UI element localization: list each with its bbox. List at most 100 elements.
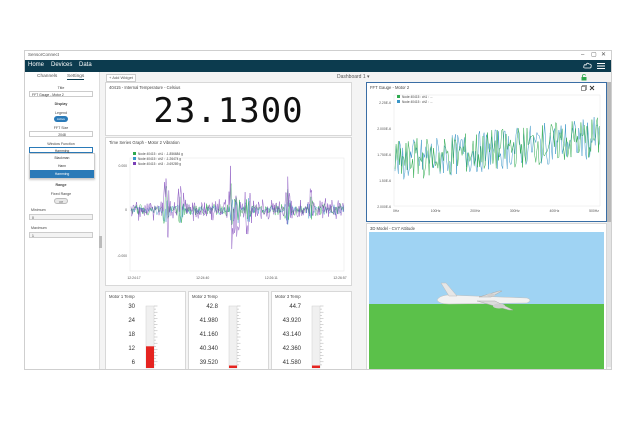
display-heading: Display xyxy=(54,102,68,106)
x-tick-label: 400Hz xyxy=(549,209,559,213)
thermometer-gauge: 42.8 41.980 41.160 40.340 39.520 xyxy=(200,304,241,369)
legend-swatch xyxy=(133,162,136,165)
thermometer-gauge: 30 24 18 12 6 xyxy=(128,304,158,369)
y-tick-label: 2.000E-6 xyxy=(377,127,391,131)
legend-entry: Node 40415 : ch1 : -1.856684 g xyxy=(138,152,183,156)
y-tick-label: 0.000 xyxy=(119,164,128,168)
temperature-widget[interactable]: 40415 - Internal Temperature - Celsius 2… xyxy=(105,82,352,136)
fft-size-select[interactable]: 2048 xyxy=(29,131,93,137)
gauge-tick-label: 24 xyxy=(128,318,135,324)
gauge-tick-label: 30 xyxy=(128,304,135,310)
gauge-fill xyxy=(312,365,320,368)
fft-size-label: FFT Size xyxy=(53,126,69,130)
maximum-label: Maximum xyxy=(31,226,47,230)
x-tick-label: 500Hz xyxy=(589,209,599,213)
x-tick-label: 12:24:17 xyxy=(127,276,140,280)
window-function-dropdown: Blackman Hann Hamming xyxy=(29,153,95,179)
nav-home[interactable]: Home xyxy=(28,62,44,68)
3d-model-widget[interactable]: 3D Model - CV7 Attitude xyxy=(366,223,607,369)
gauge-track xyxy=(228,305,238,369)
nav-data[interactable]: Data xyxy=(79,62,92,68)
legend-label: Legend xyxy=(55,111,67,115)
widget-title: 40415 - Internal Temperature - Celsius xyxy=(109,85,181,90)
tab-channels[interactable]: Channels xyxy=(37,74,57,79)
title-field[interactable]: FFT Gauge - Motor 2 xyxy=(29,91,93,97)
gauge-tick-label: 39.520 xyxy=(200,360,219,366)
range-heading: Range xyxy=(55,183,67,187)
sidebar-resize-handle[interactable] xyxy=(99,236,102,248)
gauge-tick-label: 42.360 xyxy=(283,346,302,352)
x-tick-label: 100Hz xyxy=(431,209,441,213)
temperature-value: 23.1300 xyxy=(153,91,304,131)
minimum-field[interactable]: 0 xyxy=(29,214,93,220)
legend-swatch xyxy=(397,100,400,103)
dropdown-option-hann[interactable]: Hann xyxy=(30,162,94,170)
legend-entry: Node 40415 : ch2 : -1.26474 g xyxy=(138,157,181,161)
menu-icon[interactable] xyxy=(597,62,605,70)
fixed-range-label: Fixed Range xyxy=(50,192,72,196)
scrollbar-thumb[interactable] xyxy=(607,82,611,222)
legend-entry: Node 40415 : ch3 : -0.69289 g xyxy=(138,162,181,166)
y-tick-label: 1.750E-6 xyxy=(377,153,391,157)
y-tick-label: 1.50E-6 xyxy=(379,179,391,183)
legend-entry: Node 40415 : ch2 : ... xyxy=(402,100,433,104)
tab-settings[interactable]: Settings xyxy=(67,74,85,80)
gauge-widget-motor-1[interactable]: Motor 1 Temp 30 24 18 12 6 xyxy=(105,291,186,369)
window-title: SensorConnect xyxy=(28,52,60,57)
x-tick-label: 12:26:11 xyxy=(265,276,278,280)
top-nav: Home Devices Data xyxy=(25,60,611,72)
gauge-tick-label: 41.980 xyxy=(200,318,219,324)
dashboard-select[interactable]: Dashboard 1 ▾ xyxy=(337,74,370,80)
x-tick-label: 200Hz xyxy=(470,209,480,213)
gauge-fill xyxy=(146,346,154,368)
x-tick-label: 300Hz xyxy=(510,209,520,213)
gauge-widget-motor-3[interactable]: Motor 3 Temp 44.7 43.920 43.140 42.360 41.58… xyxy=(271,291,352,369)
gauge-widget-motor-2[interactable]: Motor 2 Temp 42.8 41.980 41.160 40.340 39.52… xyxy=(188,291,269,369)
y-tick-label: -0.000 xyxy=(117,254,127,258)
fft-chart: Node 40415 : ch1 : ...Node 40415 : ch2 :… xyxy=(377,94,601,213)
x-tick-label: 0Hz xyxy=(393,209,399,213)
dashboard-area: + Add Widget Dashboard 1 ▾ 40415 - Inter… xyxy=(101,72,611,369)
legend-swatch xyxy=(397,95,400,98)
maximum-field[interactable]: 1 xyxy=(29,232,93,238)
3d-viewport xyxy=(369,232,604,369)
app-window: SensorConnect – ▢ ✕ Home Devices Data Ch… xyxy=(24,50,612,370)
legend-swatch xyxy=(133,157,136,160)
thermometer-gauge: 44.7 43.920 43.140 42.360 41.580 xyxy=(283,304,324,369)
dashboard-name: Dashboard 1 xyxy=(337,74,366,80)
y-tick-label: 0 xyxy=(125,208,127,212)
title-label: Title xyxy=(57,86,65,90)
add-widget-button[interactable]: + Add Widget xyxy=(106,74,136,82)
fft-widget[interactable]: FFT Gauge - Motor 2 Node 40415 : ch1 : .… xyxy=(366,82,607,222)
window-function-label: Window Function xyxy=(47,142,75,146)
y-tick-label: 2.000E-6 xyxy=(377,205,391,209)
gauge-tick-label: 42.8 xyxy=(206,304,218,310)
time-series-chart: Node 40415 : ch1 : -1.856684 gNode 40415… xyxy=(117,152,347,280)
legend-swatch xyxy=(133,152,136,155)
minimum-label: Minimum xyxy=(31,208,46,212)
gauge-tick-label: 43.140 xyxy=(283,332,302,338)
gauge-fill xyxy=(229,365,237,368)
gauge-tick-label: 41.580 xyxy=(283,360,302,366)
x-tick-label: 12:26:57 xyxy=(333,276,346,280)
settings-sidebar: Channels Settings Title FFT Gauge - Moto… xyxy=(25,72,100,369)
maximize-button[interactable]: ▢ xyxy=(591,51,597,59)
cloud-icon[interactable] xyxy=(583,62,592,70)
dropdown-option-hamming[interactable]: Hamming xyxy=(30,170,94,178)
gauge-tick-label: 40.340 xyxy=(200,346,219,352)
legend-toggle[interactable]: Active xyxy=(54,116,68,122)
fixed-range-toggle[interactable]: Off xyxy=(54,198,68,204)
sky xyxy=(369,232,604,304)
y-tick-label: 2.25E-6 xyxy=(379,101,391,105)
legend-entry: Node 40415 : ch1 : ... xyxy=(402,95,433,99)
chevron-down-icon: ▾ xyxy=(367,74,370,80)
gauge-tick-label: 12 xyxy=(128,346,135,352)
unlock-icon[interactable] xyxy=(581,74,587,81)
minimize-button[interactable]: – xyxy=(581,51,584,59)
x-tick-label: 12:24:40 xyxy=(196,276,209,280)
close-window-button[interactable]: ✕ xyxy=(601,51,606,59)
nav-devices[interactable]: Devices xyxy=(51,62,72,68)
time-series-widget[interactable]: Time Series Graph - Motor 2 Vibration No… xyxy=(105,137,352,286)
dropdown-option-blackman[interactable]: Blackman xyxy=(30,154,94,162)
gauge-track xyxy=(311,305,321,369)
